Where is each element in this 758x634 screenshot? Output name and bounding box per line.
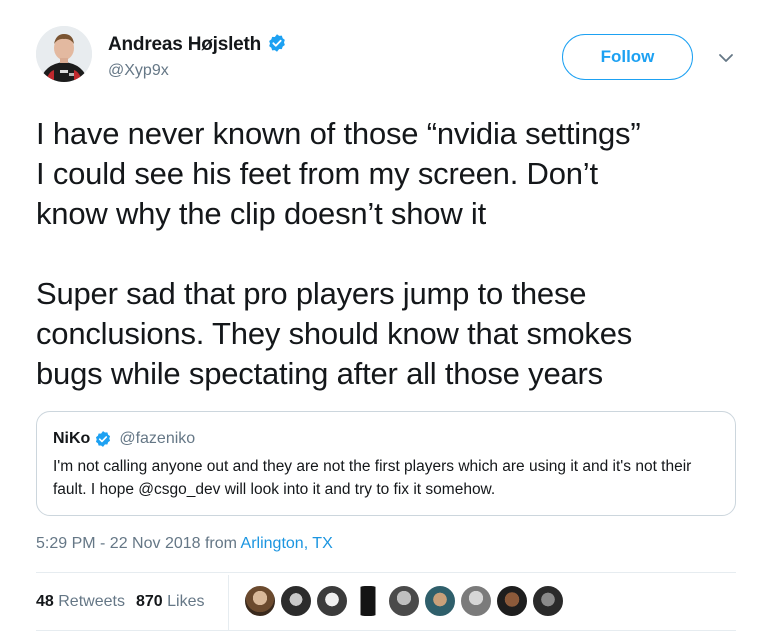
quoted-author-handle: @fazeniko xyxy=(119,430,196,447)
tweet-timestamp[interactable]: 5:29 PM - 22 Nov 2018 from xyxy=(36,535,241,552)
verified-badge-icon xyxy=(269,34,285,52)
retweets-label: Retweets xyxy=(58,593,125,610)
retweets-count: 48 xyxy=(36,593,54,610)
follow-button[interactable]: Follow xyxy=(562,34,693,80)
tweet-text: I have never known of those “nvidia sett… xyxy=(36,114,736,394)
quoted-author-name: NiKo xyxy=(53,430,91,447)
chevron-down-icon[interactable] xyxy=(718,52,734,64)
quoted-tweet-card[interactable]: NiKo @fazeniko I'm not calling anyone ou… xyxy=(36,411,736,516)
liker-avatar[interactable] xyxy=(388,585,420,617)
location-link[interactable]: Arlington, TX xyxy=(241,535,333,552)
likes-count: 870 xyxy=(135,593,163,610)
liker-avatars xyxy=(244,585,568,617)
likes-stat[interactable]: 870 Likes xyxy=(136,593,205,610)
liker-avatar[interactable] xyxy=(352,585,384,617)
liker-avatar[interactable] xyxy=(244,585,276,617)
tweet-text-line: bugs while spectating after all those ye… xyxy=(36,356,603,391)
divider xyxy=(36,630,736,631)
tweet-text-line: Super sad that pro players jump to these xyxy=(36,276,587,311)
tweet-text-line: conclusions. They should know that smoke… xyxy=(36,316,633,351)
tweet-text-line: I have never known of those “nvidia sett… xyxy=(36,116,641,151)
liker-avatar[interactable] xyxy=(424,585,456,617)
stats-separator xyxy=(228,575,229,631)
tweet-timestamp-row: 5:29 PM - 22 Nov 2018 from Arlington, TX xyxy=(36,535,333,553)
divider xyxy=(36,572,736,573)
liker-avatar[interactable] xyxy=(460,585,492,617)
liker-avatar[interactable] xyxy=(496,585,528,617)
author-avatar[interactable] xyxy=(36,26,92,82)
liker-avatar[interactable] xyxy=(532,585,564,617)
liker-avatar[interactable] xyxy=(316,585,348,617)
likes-label: Likes xyxy=(167,593,205,610)
author-name[interactable]: Andreas Højsleth xyxy=(108,33,287,56)
quoted-tweet-header: NiKo @fazeniko xyxy=(53,429,719,449)
author-handle[interactable]: @Xyp9x xyxy=(108,62,169,80)
verified-badge-icon xyxy=(96,431,111,447)
tweet-text-line: know why the clip doesn’t show it xyxy=(36,196,487,231)
liker-avatar[interactable] xyxy=(280,585,312,617)
author-name-text[interactable]: Andreas Højsleth xyxy=(108,34,261,55)
tweet-text-line: I could see his feet from my screen. Don… xyxy=(36,156,598,191)
retweets-stat[interactable]: 48 Retweets xyxy=(36,593,125,610)
tweet-stats: 48 Retweets 870 Likes xyxy=(36,593,204,611)
quoted-tweet-text: I'm not calling anyone out and they are … xyxy=(53,458,692,498)
